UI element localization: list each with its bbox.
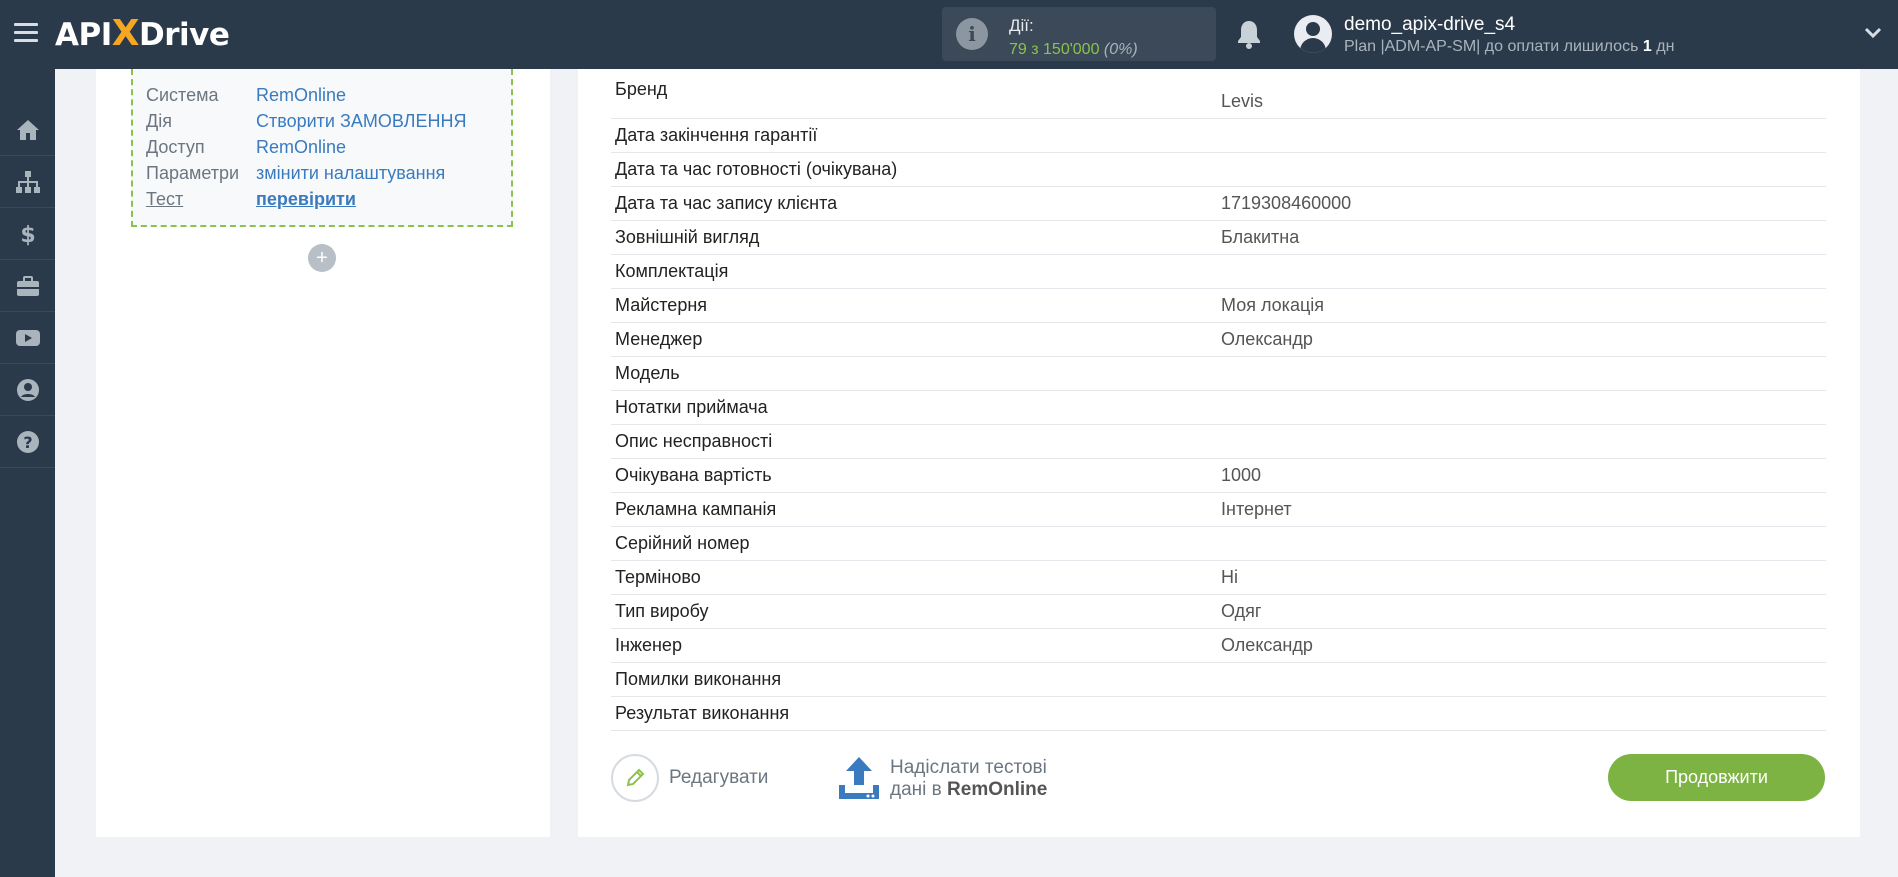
step-row-access: Доступ RemOnline (146, 137, 347, 157)
plan-info: Plan |ADM-AP-SM| до оплати лишилось 1 дн (1344, 38, 1675, 55)
sidebar: $ ? (0, 69, 55, 877)
field-name: Терміново (615, 567, 701, 587)
field-name: Менеджер (615, 329, 703, 349)
sitemap-icon (15, 170, 40, 193)
continue-button[interactable]: Продовжити (1608, 754, 1825, 801)
table-row: Інженер Олександр (611, 629, 1826, 663)
svg-text:$: $ (20, 223, 35, 248)
pencil-icon (611, 754, 659, 802)
top-bar: APIXDrive i Дії: 79 з 150'000 (0%) demo_… (0, 0, 1898, 69)
sidebar-item-connections[interactable] (0, 156, 55, 208)
table-row: Нотатки приймача (611, 391, 1826, 425)
field-value: Моя локація (1221, 295, 1325, 315)
field-name: Результат виконання (615, 703, 790, 723)
table-row: Менеджер Олександр (611, 323, 1826, 357)
field-name: Дата та час готовності (очікувана) (615, 159, 898, 179)
table-row: Терміново Ні (611, 561, 1826, 595)
add-step-button[interactable]: + (308, 244, 336, 272)
field-name: Дата закінчення гарантії (615, 125, 818, 145)
table-row: Серійний номер (611, 527, 1826, 561)
table-row: Дата закінчення гарантії (611, 119, 1826, 153)
field-name: Тип виробу (615, 601, 709, 621)
step-row-params: Параметри змінити налаштування (146, 163, 446, 183)
dollar-icon: $ (20, 223, 35, 248)
youtube-icon (15, 329, 40, 346)
field-value: Одяг (1221, 601, 1262, 621)
user-name[interactable]: demo_apix-drive_s4 (1344, 14, 1515, 36)
system-link[interactable]: RemOnline (256, 85, 346, 105)
briefcase-icon (16, 275, 39, 296)
actions-label: Дії: (1009, 16, 1034, 35)
field-name: Інженер (615, 635, 682, 655)
sidebar-item-account[interactable] (0, 364, 55, 416)
actions-counter: i Дії: 79 з 150'000 (0%) (942, 7, 1216, 61)
edit-label: Редагувати (669, 767, 769, 788)
sidebar-item-tools[interactable] (0, 260, 55, 312)
table-row: Тип виробу Одяг (611, 595, 1826, 629)
sidebar-item-help[interactable]: ? (0, 416, 55, 468)
bell-icon[interactable] (1234, 18, 1264, 50)
table-row: Зовнішній вигляд Блакитна (611, 221, 1826, 255)
step-row-test: Тест перевірити (146, 189, 356, 209)
field-value: Олександр (1221, 329, 1313, 349)
chevron-down-icon[interactable] (1864, 26, 1882, 40)
home-icon (16, 119, 39, 140)
field-name: Помилки виконання (615, 669, 782, 689)
field-name: Очікувана вартість (615, 465, 772, 485)
user-icon (16, 378, 39, 401)
send-label: Надіслати тестові дані в RemOnline (890, 757, 1048, 800)
table-row: Очікувана вартість 1000 (611, 459, 1826, 493)
left-panel: Система RemOnline Дія Створити ЗАМОВЛЕННЯ … (96, 69, 550, 837)
logo[interactable]: APIXDrive (55, 14, 230, 54)
svg-text:?: ? (23, 433, 32, 452)
field-name: Опис несправності (615, 431, 773, 451)
field-value: Блакитна (1221, 227, 1300, 247)
table-row: Дата та час готовності (очікувана) (611, 153, 1826, 187)
field-name: Серійний номер (615, 533, 750, 553)
table-row: Модель (611, 357, 1826, 391)
step-row-action: Дія Створити ЗАМОВЛЕННЯ (146, 111, 467, 131)
field-name: Майстерня (615, 295, 708, 315)
table-row: Опис несправності (611, 425, 1826, 459)
field-name: Нотатки приймача (615, 397, 768, 417)
action-link[interactable]: Створити ЗАМОВЛЕННЯ (256, 111, 466, 131)
field-value: Levis (1221, 91, 1264, 111)
info-icon: i (956, 18, 988, 50)
field-name: Комплектація (615, 261, 729, 281)
table-row: Рекламна кампанія Інтернет (611, 493, 1826, 527)
main-panel: Бренд Levis Дата закінчення гарантії Дата т… (578, 69, 1860, 837)
send-test-data-button[interactable]: Надіслати тестові дані в RemOnline (836, 753, 1047, 805)
field-value: Ні (1221, 567, 1238, 587)
table-row: Помилки виконання (611, 663, 1826, 697)
upload-icon (839, 757, 879, 799)
step-row-system: Система RemOnline (146, 85, 347, 105)
field-value: Олександр (1221, 635, 1313, 655)
field-name: Зовнішній вигляд (615, 227, 760, 247)
field-value: 1719308460000 (1221, 193, 1352, 213)
table-row: Майстерня Моя локація (611, 289, 1826, 323)
table-row: Бренд Levis (611, 69, 1826, 119)
help-icon: ? (16, 430, 39, 453)
table-row: Комплектація (611, 255, 1826, 289)
field-name: Бренд (615, 79, 668, 99)
params-link[interactable]: змінити налаштування (256, 163, 445, 183)
field-name: Дата та час запису клієнта (615, 193, 838, 213)
field-name: Рекламна кампанія (615, 499, 777, 519)
menu-icon[interactable] (14, 23, 38, 43)
avatar[interactable] (1294, 15, 1332, 53)
access-link[interactable]: RemOnline (256, 137, 346, 157)
edit-button[interactable]: Редагувати (611, 754, 768, 802)
sidebar-item-billing[interactable]: $ (0, 208, 55, 260)
step-summary: Система RemOnline Дія Створити ЗАМОВЛЕННЯ … (131, 69, 513, 227)
table-row: Результат виконання (611, 697, 1826, 731)
actions-value: 79 з 150'000 (0%) (1009, 41, 1138, 58)
sidebar-item-video[interactable] (0, 312, 55, 364)
field-name: Модель (615, 363, 680, 383)
test-link[interactable]: перевірити (256, 189, 356, 209)
field-value: 1000 (1221, 465, 1262, 485)
table-row: Дата та час запису клієнта 1719308460000 (611, 187, 1826, 221)
field-value: Інтернет (1221, 499, 1292, 519)
sidebar-item-home[interactable] (0, 104, 55, 156)
